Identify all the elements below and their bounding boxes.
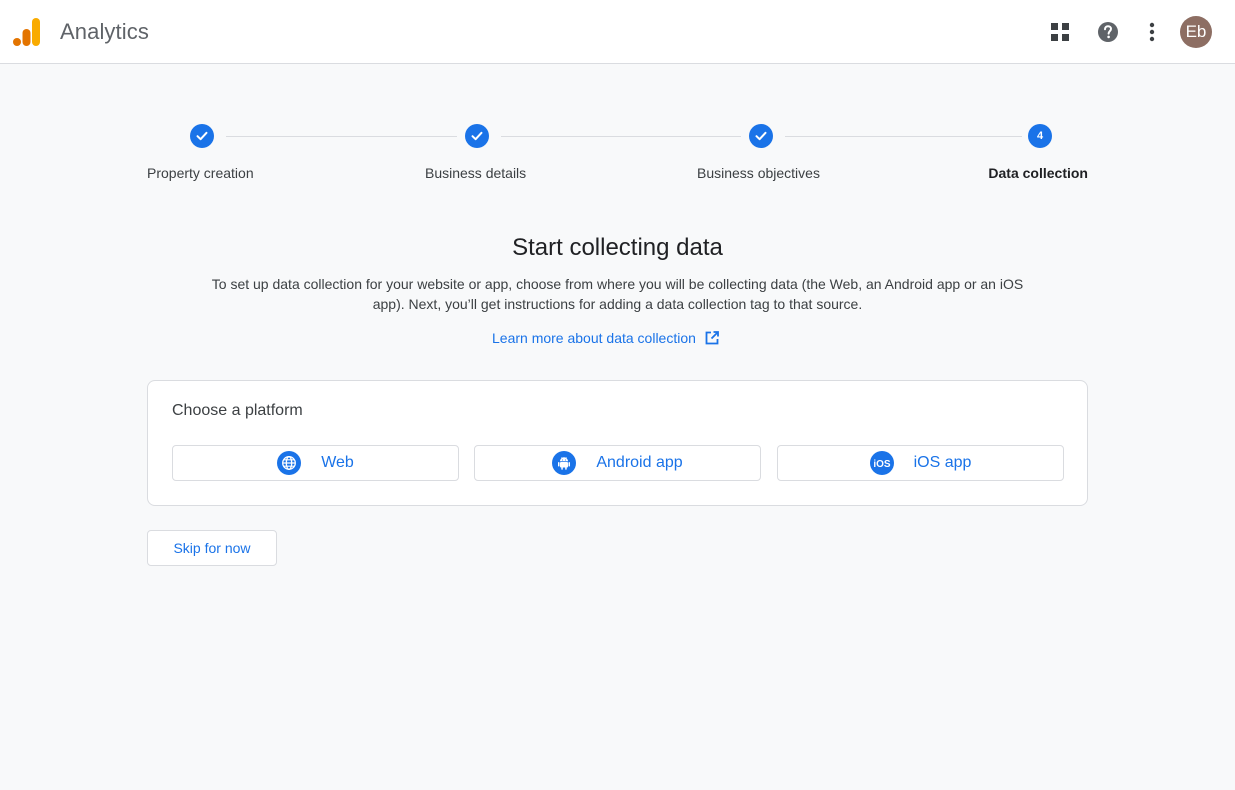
top-app-bar: Analytics Eb [0, 0, 1235, 64]
skip-for-now-button[interactable]: Skip for now [147, 530, 277, 566]
web-platform-button[interactable]: Web [172, 445, 459, 481]
ios-app-platform-button[interactable]: iOS iOS app [777, 445, 1064, 481]
step-label-data-collection: Data collection [988, 165, 1088, 181]
page-title: Start collecting data [512, 234, 723, 261]
web-label: Web [321, 454, 354, 471]
learn-more-label: Learn more about data collection [492, 330, 696, 346]
apps-grid-icon[interactable] [1044, 16, 1076, 48]
step-3-complete-check-icon [749, 124, 773, 148]
android-app-platform-button[interactable]: Android app [474, 445, 761, 481]
card-title: Choose a platform [172, 402, 303, 419]
android-icon [552, 451, 577, 475]
step-1-complete-check-icon [190, 124, 214, 148]
page-description: To set up data collection for your websi… [211, 276, 1024, 312]
ios-icon: iOS [869, 451, 894, 475]
more-vert-icon[interactable] [1136, 16, 1168, 48]
step-label-business-objectives: Business objectives [697, 165, 820, 181]
globe-icon [277, 451, 302, 475]
step-connector [501, 136, 741, 137]
account-avatar[interactable]: Eb [1180, 16, 1212, 48]
step-connector [226, 136, 457, 137]
step-2-complete-check-icon [465, 124, 489, 148]
open-in-new-icon [705, 331, 719, 345]
ios-app-label: iOS app [913, 454, 972, 471]
step-label-business-details: Business details [425, 165, 527, 181]
learn-more-link[interactable]: Learn more about data collection [492, 330, 720, 346]
android-app-label: Android app [596, 454, 683, 471]
app-title: Analytics [60, 19, 149, 44]
step-label-property-creation: Property creation [147, 165, 254, 181]
choose-platform-card: Choose a platform Web Android app iOS iO… [147, 380, 1088, 506]
help-icon[interactable] [1092, 16, 1124, 48]
setup-stepper: 4 Property creation Business details Bus… [147, 124, 1088, 184]
step-4-number: 4 [1028, 124, 1052, 148]
step-connector [785, 136, 1022, 137]
ios-icon-lettering: iOS [873, 459, 891, 470]
analytics-logo-icon[interactable] [13, 16, 41, 48]
